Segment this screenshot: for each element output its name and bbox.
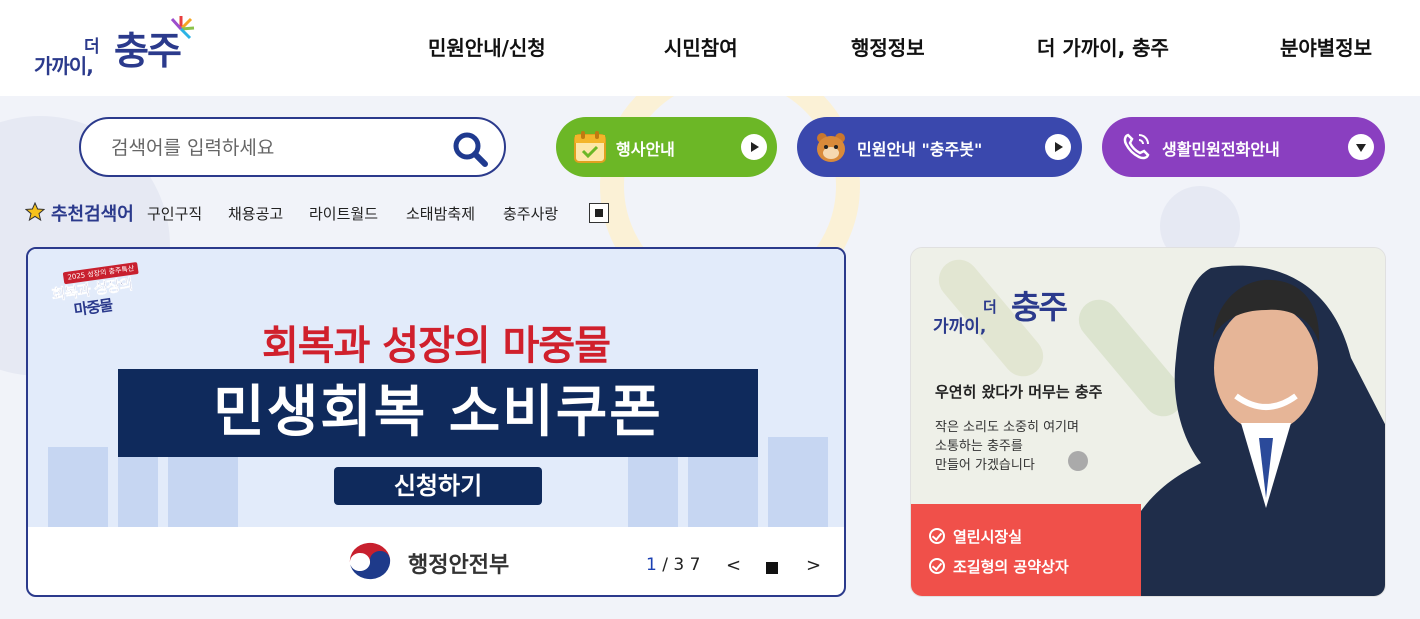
- link-label: 조길형의 공약상자: [953, 558, 1069, 576]
- chevron-down-icon: [1348, 134, 1374, 160]
- city-building: [48, 447, 108, 527]
- open-office-link[interactable]: 열린시장실: [929, 526, 1022, 547]
- site-header: 가까이, 더 충주 민원안내/신청 시민참여 행정정보 더 가까이, 충주 분야…: [0, 0, 1420, 96]
- prev-slide-button[interactable]: <: [726, 555, 741, 579]
- nav-item-closer[interactable]: 더 가까이, 충주: [1037, 32, 1169, 61]
- nav-item-fields[interactable]: 분야별정보: [1280, 32, 1372, 61]
- recommended-title: 추천검색어: [51, 204, 134, 225]
- stop-slide-button[interactable]: [766, 562, 778, 574]
- search-input[interactable]: [111, 134, 441, 162]
- logo-text-de: 더: [983, 298, 997, 316]
- star-icon: [25, 202, 45, 222]
- banner-pager: 1 / 3 7: [646, 555, 700, 579]
- banner-image: 2025 성장의 충주특산 회복과 성장의 마중물 회복과 성장의 마중물 민생…: [28, 249, 844, 527]
- chatbot-button[interactable]: 민원안내 "충주봇": [797, 117, 1082, 177]
- keyword-stop-button[interactable]: [589, 203, 609, 223]
- phone-icon: [1123, 133, 1150, 160]
- keyword-link[interactable]: 라이트월드: [309, 203, 378, 224]
- nav-item-admin[interactable]: 행정정보: [851, 32, 925, 61]
- logo-text-small: 가까이,: [933, 317, 987, 337]
- main-banner[interactable]: 2025 성장의 충주특산 회복과 성장의 마중물 회복과 성장의 마중물 민생…: [26, 247, 846, 597]
- mayor-links-panel: 열린시장실 조길형의 공약상자: [911, 504, 1141, 596]
- nav-item-civil[interactable]: 민원안내/신청: [428, 32, 546, 61]
- events-button[interactable]: 행사안내: [556, 117, 777, 177]
- taegeuk-icon: [349, 542, 391, 580]
- phone-guide-button[interactable]: 생활민원전화안내: [1102, 117, 1385, 177]
- mayor-card: 가까이, 더 충주 우연히 왔다가 머무는 충주 작은 소리도 소중히 여기며 …: [910, 247, 1386, 597]
- main-nav: 민원안내/신청 시민참여 행정정보 더 가까이, 충주 분야별정보: [0, 32, 1420, 62]
- next-slide-button[interactable]: >: [806, 555, 821, 579]
- events-label: 행사안내: [616, 140, 675, 159]
- ministry-name: 행정안전부: [408, 553, 510, 578]
- calendar-icon: [574, 131, 606, 163]
- pledge-box-link[interactable]: 조길형의 공약상자: [929, 556, 1069, 577]
- search-box: [79, 117, 506, 177]
- desc-line: 만들어 가겠습니다: [935, 458, 1035, 473]
- chatbot-label: 민원안내 "충주봇": [857, 140, 983, 159]
- keyword-link[interactable]: 채용공고: [228, 203, 283, 224]
- link-label: 열린시장실: [953, 528, 1023, 546]
- desc-line: 소통하는 충주를: [935, 439, 1023, 454]
- banner-title: 민생회복 소비쿠폰: [118, 369, 758, 457]
- city-building: [768, 437, 828, 527]
- apply-button[interactable]: 신청하기: [334, 467, 542, 505]
- keyword-link[interactable]: 구인구직: [147, 203, 202, 224]
- play-icon: [741, 134, 767, 160]
- city-building: [168, 457, 238, 527]
- desc-line: 작은 소리도 소중히 여기며: [935, 420, 1079, 435]
- phone-guide-label: 생활민원전화안내: [1162, 140, 1280, 159]
- search-icon[interactable]: [450, 129, 490, 169]
- keyword-link[interactable]: 소태밤축제: [406, 203, 475, 224]
- check-circle-icon: [929, 558, 945, 574]
- play-icon: [1045, 134, 1071, 160]
- banner-headline: 회복과 성장의 마중물: [261, 323, 611, 369]
- mayor-slogan: 우연히 왔다가 머무는 충주: [935, 383, 1103, 401]
- page-total: / 3 7: [662, 555, 701, 575]
- page-current: 1: [646, 555, 657, 575]
- mayor-description: 작은 소리도 소중히 여기며 소통하는 충주를 만들어 가겠습니다: [935, 418, 1079, 475]
- nav-item-participation[interactable]: 시민참여: [664, 32, 738, 61]
- mayor-logo: 가까이, 더 충주: [933, 278, 1103, 338]
- indicator-dot: [1068, 451, 1088, 471]
- check-circle-icon: [929, 528, 945, 544]
- keyword-link[interactable]: 충주사랑: [503, 203, 558, 224]
- bot-icon: [817, 133, 845, 162]
- logo-text-big: 충주: [1011, 288, 1068, 326]
- ministry-logo: 행정안전부: [346, 541, 509, 581]
